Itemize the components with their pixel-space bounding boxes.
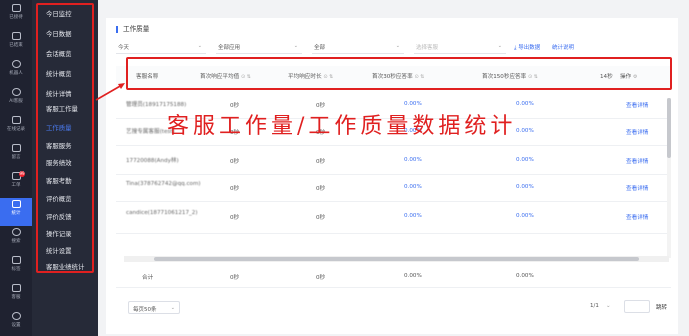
message-icon: [11, 32, 21, 40]
arrow-annotation-icon: [95, 83, 125, 101]
vertical-scrollbar[interactable]: [667, 98, 671, 258]
rail-item-stats[interactable]: 统计: [0, 198, 32, 226]
main-content: 工作质量 今天 ⌄ 全部应用 ⌄ 全部 ⌄ 选择客服 ⌄ ⤓ 导出数据 统计说明 客服名…: [100, 0, 689, 336]
group-select[interactable]: 全部 ⌄: [312, 41, 404, 54]
agent-name: candice(18771061217_2): [126, 210, 198, 216]
total-rate-30s: 0.00%: [404, 273, 422, 279]
avg-response-value: 0秒: [316, 159, 326, 165]
rail-item-search[interactable]: 搜索: [0, 226, 32, 254]
ai-chat-icon: [11, 88, 21, 96]
agent-select[interactable]: 选择客服 ⌄: [414, 41, 506, 54]
stats-help-link[interactable]: 统计说明: [552, 43, 574, 51]
rail-item-received[interactable]: 已接待: [0, 2, 32, 30]
chat-icon: [11, 4, 21, 12]
avg-response-value: 0秒: [316, 215, 326, 221]
app-window: 已接待 已结束 机器人 AI客服 在线记录 留言 工单 99 统计 搜索 标签 客…: [0, 0, 689, 336]
table-total-row: 合计 0秒 0秒 0.00% 0.00%: [116, 264, 671, 288]
page-select-chevron-icon[interactable]: ⌄: [606, 303, 611, 309]
view-details-link[interactable]: 查看详情: [626, 213, 648, 221]
view-details-link[interactable]: 查看详情: [626, 128, 648, 136]
total-label: 合计: [142, 275, 154, 281]
rate-150s-value: 0.00%: [516, 101, 534, 107]
icon-rail: 已接待 已结束 机器人 AI客服 在线记录 留言 工单 99 统计 搜索 标签 客…: [0, 0, 32, 336]
record-icon: [11, 116, 21, 124]
robot-icon: [11, 60, 21, 68]
search-icon: [11, 228, 21, 236]
avg-response-value: 0秒: [316, 186, 326, 192]
rate-30s-value: 0.00%: [404, 101, 422, 107]
rate-150s-value: 0.00%: [516, 184, 534, 190]
chevron-down-icon: ⌄: [293, 43, 298, 49]
scrollbar-thumb[interactable]: [667, 98, 671, 158]
view-details-link[interactable]: 查看详情: [626, 101, 648, 109]
rate-30s-value: 0.00%: [404, 157, 422, 163]
view-details-link[interactable]: 查看详情: [626, 184, 648, 192]
agent-name: Tina(378762742@qq.com): [126, 181, 201, 187]
chevron-down-icon: ⌄: [395, 43, 400, 49]
agent-icon: [11, 284, 21, 292]
notification-badge: 99: [19, 171, 25, 177]
rail-item-ended[interactable]: 已结束: [0, 30, 32, 58]
chevron-down-icon: ⌄: [197, 43, 202, 49]
app-select[interactable]: 全部应用 ⌄: [216, 41, 302, 54]
export-button[interactable]: ⤓ 导出数据: [514, 43, 540, 52]
horizontal-scrollbar[interactable]: [124, 256, 669, 262]
view-details-link[interactable]: 查看详情: [626, 157, 648, 165]
total-first-response: 0秒: [230, 275, 240, 281]
rail-item-ai[interactable]: AI客服: [0, 86, 32, 114]
rate-150s-value: 0.00%: [516, 213, 534, 219]
rail-item-tags[interactable]: 标签: [0, 254, 32, 282]
rail-item-agents[interactable]: 客服: [0, 282, 32, 310]
total-avg-response: 0秒: [316, 275, 326, 281]
gear-icon: [11, 312, 21, 320]
table-row: Tina(378762742@qq.com) 0秒 0秒 0.00% 0.00%…: [116, 175, 671, 202]
total-rate-150s: 0.00%: [516, 273, 534, 279]
tag-icon: [11, 256, 21, 264]
rail-item-tickets[interactable]: 工单 99: [0, 170, 32, 198]
rail-item-records[interactable]: 在线记录: [0, 114, 32, 142]
rate-150s-value: 0.00%: [516, 128, 534, 134]
page-size-select[interactable]: 每页50条 ⌄: [128, 301, 180, 314]
page-title: 工作质量: [116, 26, 149, 33]
submenu-highlight-box: [36, 3, 94, 273]
rate-30s-value: 0.00%: [404, 213, 422, 219]
rail-item-notes[interactable]: 留言: [0, 142, 32, 170]
note-icon: [11, 144, 21, 152]
scrollbar-thumb[interactable]: [154, 257, 639, 261]
date-select[interactable]: 今天 ⌄: [116, 41, 206, 54]
chevron-down-icon: ⌄: [170, 305, 175, 311]
table-row: candice(18771061217_2) 0秒 0秒 0.00% 0.00%…: [116, 204, 671, 234]
header-highlight-box: [126, 57, 672, 90]
chevron-down-icon: ⌄: [497, 43, 502, 49]
table-row: 17720088(Andy林) 0秒 0秒 0.00% 0.00% 查看详情: [116, 148, 671, 175]
agent-name: 17720088(Andy林): [126, 158, 179, 164]
overlay-headline: 客服工作量/工作质量数据统计: [167, 114, 517, 139]
rail-item-settings[interactable]: 设置: [0, 310, 32, 336]
rail-item-robot[interactable]: 机器人: [0, 58, 32, 86]
jump-page-input[interactable]: [624, 300, 650, 313]
page-info: 1/1: [590, 303, 599, 309]
jump-button[interactable]: 跳转: [656, 303, 667, 311]
first-response-value: 0秒: [230, 186, 240, 192]
first-response-value: 0秒: [230, 215, 240, 221]
rate-30s-value: 0.00%: [404, 184, 422, 190]
rate-150s-value: 0.00%: [516, 157, 534, 163]
stats-icon: [11, 200, 21, 208]
first-response-value: 0秒: [230, 159, 240, 165]
